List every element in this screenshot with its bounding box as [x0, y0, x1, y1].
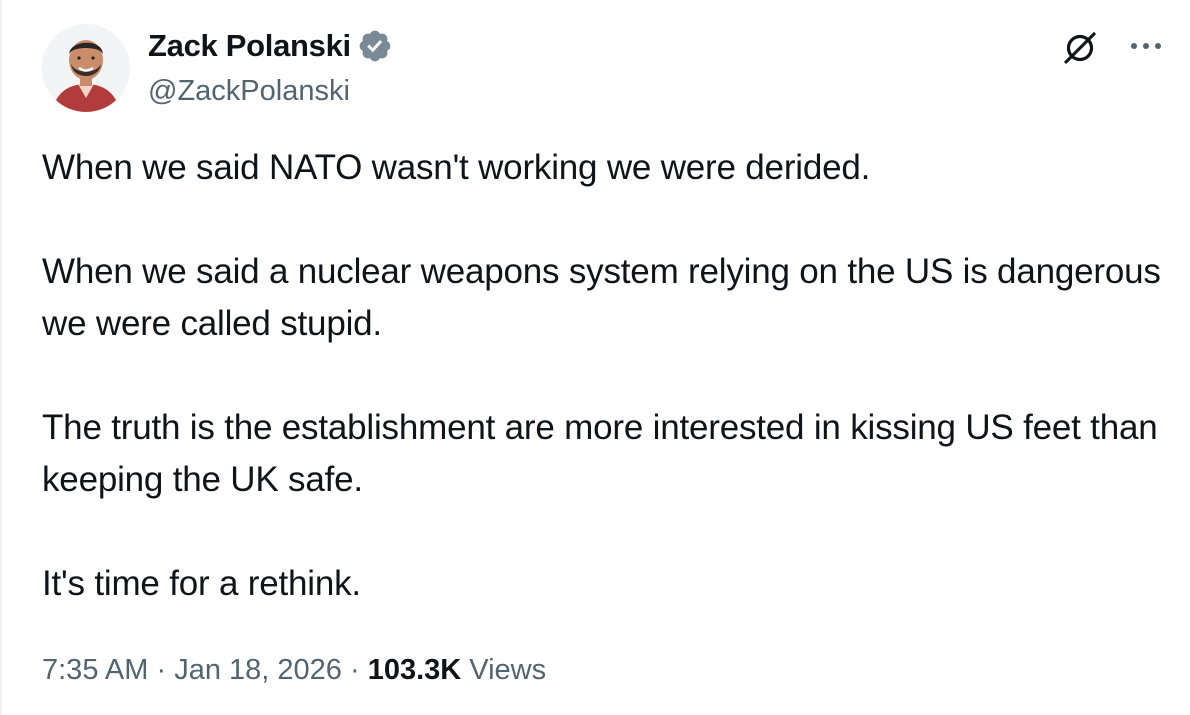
avatar[interactable] — [42, 24, 130, 112]
tweet-time[interactable]: 7:35 AM — [42, 654, 148, 686]
more-options-icon[interactable] — [1126, 36, 1166, 56]
views-count[interactable]: 103.3K — [368, 654, 462, 686]
verified-badge-icon[interactable] — [357, 28, 393, 64]
meta-separator: · — [156, 654, 167, 686]
author-name[interactable]: Zack Polanski — [148, 28, 351, 64]
views-label[interactable]: Views — [469, 654, 546, 686]
tweet-text: When we said NATO wasn't working we were… — [42, 142, 1162, 610]
author-handle[interactable]: @ZackPolanski — [148, 74, 350, 108]
meta-separator: · — [349, 654, 360, 686]
tweet-paragraph: When we said NATO wasn't working we were… — [42, 148, 871, 187]
tweet-paragraph: It's time for a rethink. — [42, 564, 361, 603]
tweet-paragraph: When we said a nuclear weapons system re… — [42, 252, 1161, 343]
tweet-paragraph: The truth is the establishment are more … — [42, 408, 1158, 499]
author-name-row[interactable]: Zack Polanski — [148, 28, 393, 64]
tweet-meta: 7:35 AM · Jan 18, 2026 · 103.3K Views — [42, 648, 546, 692]
tweet-date[interactable]: Jan 18, 2026 — [174, 654, 342, 686]
tweet-card: Zack Polanski @ZackPolanski When we said… — [0, 0, 1190, 715]
avatar-photo — [42, 24, 130, 112]
grok-icon[interactable] — [1060, 28, 1100, 68]
